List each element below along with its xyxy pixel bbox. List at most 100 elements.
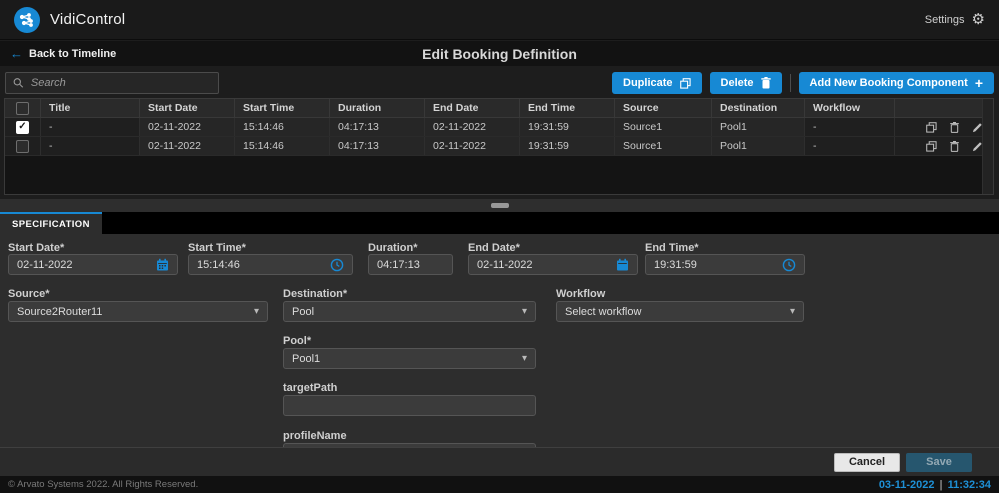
settings-label[interactable]: Settings bbox=[925, 14, 965, 26]
add-label: Add New Booking Component bbox=[810, 77, 968, 89]
sub-header: Edit Booking Definition ← Back to Timeli… bbox=[0, 41, 999, 66]
row-cell-title: - bbox=[41, 118, 140, 136]
row-cell-destination: Pool1 bbox=[712, 137, 805, 155]
workflow-value: Select workflow bbox=[565, 306, 641, 318]
footer: © Arvato Systems 2022. All Rights Reserv… bbox=[0, 476, 999, 493]
table-scrollbar[interactable] bbox=[982, 99, 993, 194]
column-header-actions bbox=[895, 99, 993, 117]
row-cell-end-date: 02-11-2022 bbox=[425, 137, 520, 155]
settings-menu[interactable]: Settings ⚙ bbox=[925, 12, 985, 27]
workflow-dropdown[interactable]: Select workflow ▾ bbox=[556, 301, 804, 322]
column-header-start-date[interactable]: Start Date bbox=[140, 99, 235, 117]
row-actions-cell bbox=[895, 137, 993, 155]
splitter-drag-handle[interactable] bbox=[491, 203, 509, 208]
row-cell-duration: 04:17:13 bbox=[330, 137, 425, 155]
search-input[interactable] bbox=[31, 77, 211, 89]
column-header-end-time[interactable]: End Time bbox=[520, 99, 615, 117]
chevron-down-icon: ▾ bbox=[522, 353, 527, 364]
back-label: Back to Timeline bbox=[29, 48, 116, 60]
tab-strip: SPECIFICATION bbox=[0, 212, 999, 234]
duration-field[interactable] bbox=[368, 254, 453, 275]
duplicate-button[interactable]: Duplicate bbox=[612, 72, 702, 94]
calendar-icon[interactable] bbox=[616, 258, 629, 271]
end-time-field[interactable] bbox=[645, 254, 805, 275]
source-value: Source2Router11 bbox=[17, 306, 102, 318]
column-header-end-date[interactable]: End Date bbox=[425, 99, 520, 117]
select-all-cell bbox=[5, 99, 41, 117]
column-header-destination[interactable]: Destination bbox=[712, 99, 805, 117]
end-date-field[interactable] bbox=[468, 254, 638, 275]
copyright-text: © Arvato Systems 2022. All Rights Reserv… bbox=[8, 479, 198, 490]
row-checkbox[interactable] bbox=[16, 140, 29, 153]
row-cell-source: Source1 bbox=[615, 118, 712, 136]
toolbar: Duplicate Delete Add New B bbox=[0, 72, 999, 96]
destination-dropdown[interactable]: Pool ▾ bbox=[283, 301, 536, 322]
select-all-checkbox[interactable] bbox=[16, 102, 29, 115]
column-header-start-time[interactable]: Start Time bbox=[235, 99, 330, 117]
booking-components-section: Duplicate Delete Add New B bbox=[0, 66, 999, 199]
chevron-down-icon: ▾ bbox=[790, 306, 795, 317]
column-header-title[interactable]: Title bbox=[41, 99, 140, 117]
clock-icon[interactable] bbox=[330, 258, 344, 272]
row-cell-end-time: 19:31:59 bbox=[520, 137, 615, 155]
pool-label: Pool* bbox=[283, 335, 311, 347]
form-action-bar: Cancel Save bbox=[0, 447, 999, 476]
tab-specification[interactable]: SPECIFICATION bbox=[0, 212, 102, 234]
end-time-input[interactable] bbox=[654, 259, 782, 271]
copy-icon bbox=[680, 78, 691, 89]
row-delete-icon[interactable] bbox=[949, 141, 960, 152]
footer-time: 11:32:34 bbox=[948, 479, 991, 491]
cancel-button[interactable]: Cancel bbox=[834, 453, 900, 472]
end-date-input[interactable] bbox=[477, 259, 616, 271]
footer-separator: | bbox=[939, 479, 942, 491]
column-header-source[interactable]: Source bbox=[615, 99, 712, 117]
calendar-icon[interactable] bbox=[156, 258, 169, 271]
back-to-timeline-link[interactable]: ← Back to Timeline bbox=[0, 47, 116, 60]
delete-label: Delete bbox=[721, 77, 754, 89]
table-body: ✓-02-11-202215:14:4604:17:1302-11-202219… bbox=[5, 118, 993, 156]
row-checkbox[interactable]: ✓ bbox=[16, 121, 29, 134]
column-header-workflow[interactable]: Workflow bbox=[805, 99, 895, 117]
end-time-label: End Time* bbox=[645, 242, 699, 254]
duration-label: Duration* bbox=[368, 242, 418, 254]
row-copy-icon[interactable] bbox=[926, 141, 937, 152]
row-copy-icon[interactable] bbox=[926, 122, 937, 133]
row-cell-start-time: 15:14:46 bbox=[235, 137, 330, 155]
footer-datetime: 03-11-2022 | 11:32:34 bbox=[879, 479, 991, 491]
table-row[interactable]: ✓-02-11-202215:14:4604:17:1302-11-202219… bbox=[5, 118, 993, 137]
start-time-input[interactable] bbox=[197, 259, 330, 271]
duration-input[interactable] bbox=[377, 259, 444, 271]
page-title: Edit Booking Definition bbox=[0, 46, 999, 62]
delete-button[interactable]: Delete bbox=[710, 72, 782, 94]
target-path-field[interactable] bbox=[283, 395, 536, 416]
vidicontrol-logo-icon bbox=[14, 7, 40, 33]
panel-splitter bbox=[0, 199, 999, 212]
chevron-down-icon: ▾ bbox=[522, 306, 527, 317]
plus-icon: + bbox=[975, 76, 983, 90]
start-time-field[interactable] bbox=[188, 254, 353, 275]
clock-icon[interactable] bbox=[782, 258, 796, 272]
start-date-field[interactable] bbox=[8, 254, 178, 275]
search-box[interactable] bbox=[5, 72, 219, 94]
row-cell-source: Source1 bbox=[615, 137, 712, 155]
back-arrow-icon: ← bbox=[10, 47, 23, 60]
source-dropdown[interactable]: Source2Router11 ▾ bbox=[8, 301, 268, 322]
column-header-duration[interactable]: Duration bbox=[330, 99, 425, 117]
row-cell-workflow: - bbox=[805, 118, 895, 136]
row-delete-icon[interactable] bbox=[949, 122, 960, 133]
add-new-booking-component-button[interactable]: Add New Booking Component + bbox=[799, 72, 994, 94]
gear-icon[interactable]: ⚙ bbox=[972, 12, 985, 27]
workflow-label: Workflow bbox=[556, 288, 605, 300]
row-cell-start-date: 02-11-2022 bbox=[140, 137, 235, 155]
brand-name: VidiControl bbox=[50, 11, 125, 28]
target-path-label: targetPath bbox=[283, 382, 337, 394]
target-path-input[interactable] bbox=[292, 400, 527, 412]
start-date-input[interactable] bbox=[17, 259, 156, 271]
booking-components-table: TitleStart DateStart TimeDurationEnd Dat… bbox=[4, 98, 994, 195]
chevron-down-icon: ▾ bbox=[254, 306, 259, 317]
table-row[interactable]: -02-11-202215:14:4604:17:1302-11-202219:… bbox=[5, 137, 993, 156]
pool-dropdown[interactable]: Pool1 ▾ bbox=[283, 348, 536, 369]
top-bar: VidiControl Settings ⚙ bbox=[0, 0, 999, 40]
save-button[interactable]: Save bbox=[906, 453, 972, 472]
pool-value: Pool1 bbox=[292, 353, 320, 365]
